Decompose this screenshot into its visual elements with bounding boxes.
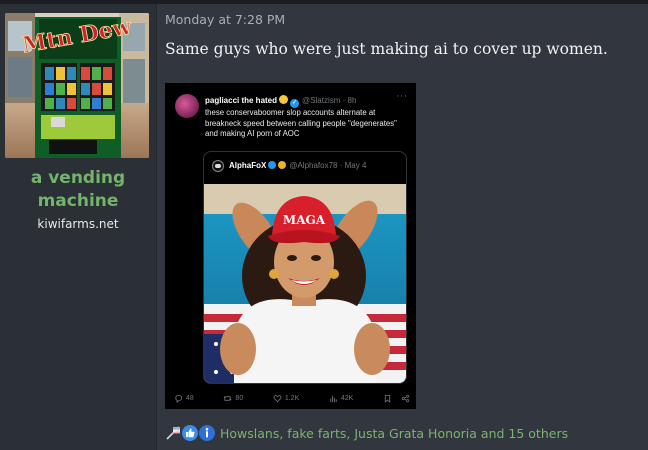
bookmark-share-actions [383,392,410,404]
quoted-tweet: AlphaFoX @Alphafox78 · May 4 MAGA [203,151,407,384]
retweet-action: 80 [223,392,243,404]
user-title: kiwifarms.net [37,217,119,231]
smiley-emoji-icon [279,95,289,104]
quoted-handle: @Alphafox78 · May 4 [289,161,367,170]
retweet-count: 80 [235,394,244,402]
tweet-author-line: pagliacci the hated ✓ @Slatzism · 8h [205,95,356,108]
informative-icon[interactable] [199,425,215,441]
views-chart-icon [330,395,337,402]
trans-flag-icon-graphic [166,426,180,440]
heart-icon [273,394,282,402]
post-timestamp[interactable]: Monday at 7:28 PM [165,12,285,27]
reply-icon [175,394,183,403]
views-action: 42K [329,392,353,404]
quoted-photo-illustration: MAGA [204,184,406,383]
share-icon [401,394,410,402]
quoted-image: MAGA [204,184,406,383]
thumbs-up-icon-graphic [186,428,195,438]
reply-action: 48 [174,392,194,404]
reply-count: 48 [186,394,194,402]
view-count: 42K [340,394,354,402]
quoted-author-avatar [212,160,224,172]
username[interactable]: a vending machine [0,167,156,213]
thumbs-up-icon[interactable] [182,425,198,441]
tweet-text: these conservaboomer slop accounts alter… [205,108,397,138]
post-body: Monday at 7:28 PM Same guys who were jus… [157,4,648,450]
like-count: 1.2K [284,394,300,402]
quoted-display-name: AlphaFoX [229,161,267,170]
reaction-summary-link[interactable]: Howslans, fake farts, Justa Grata Honori… [220,426,568,441]
more-options-icon: ··· [396,92,408,102]
informative-icon-graphic [205,427,209,438]
embedded-screenshot[interactable]: pagliacci the hated ✓ @Slatzism · 8h ··· t… [165,83,416,409]
tweet-handle: @Slatzism · 8h [302,96,357,105]
quoted-author-line: AlphaFoX @Alphafox78 · May 4 [229,161,366,170]
post-message: Same guys who were just making ai to cov… [165,40,608,58]
gold-badge-icon [278,161,287,169]
reaction-bar: Howslans, fake farts, Justa Grata Honori… [165,423,568,443]
user-sidebar: Mtn Dew a vending machine kiwifarms.net [0,4,156,450]
bookmark-icon [384,394,391,403]
verified-badge-icon: ✓ [290,99,300,108]
verified-badge-icon [268,161,277,169]
tweet-action-bar: 48 80 1.2K 42K [174,392,410,404]
vending-machine-avatar-image: Mtn Dew [5,13,149,158]
like-action: 1.2K [273,392,299,404]
hat-text: MAGA [283,213,326,227]
tweet-author-avatar [175,94,199,118]
user-avatar[interactable]: Mtn Dew [5,13,149,158]
retweet-icon [224,395,232,401]
tweet-display-name: pagliacci the hated [205,96,278,105]
trans-flag-icon[interactable] [165,425,181,441]
